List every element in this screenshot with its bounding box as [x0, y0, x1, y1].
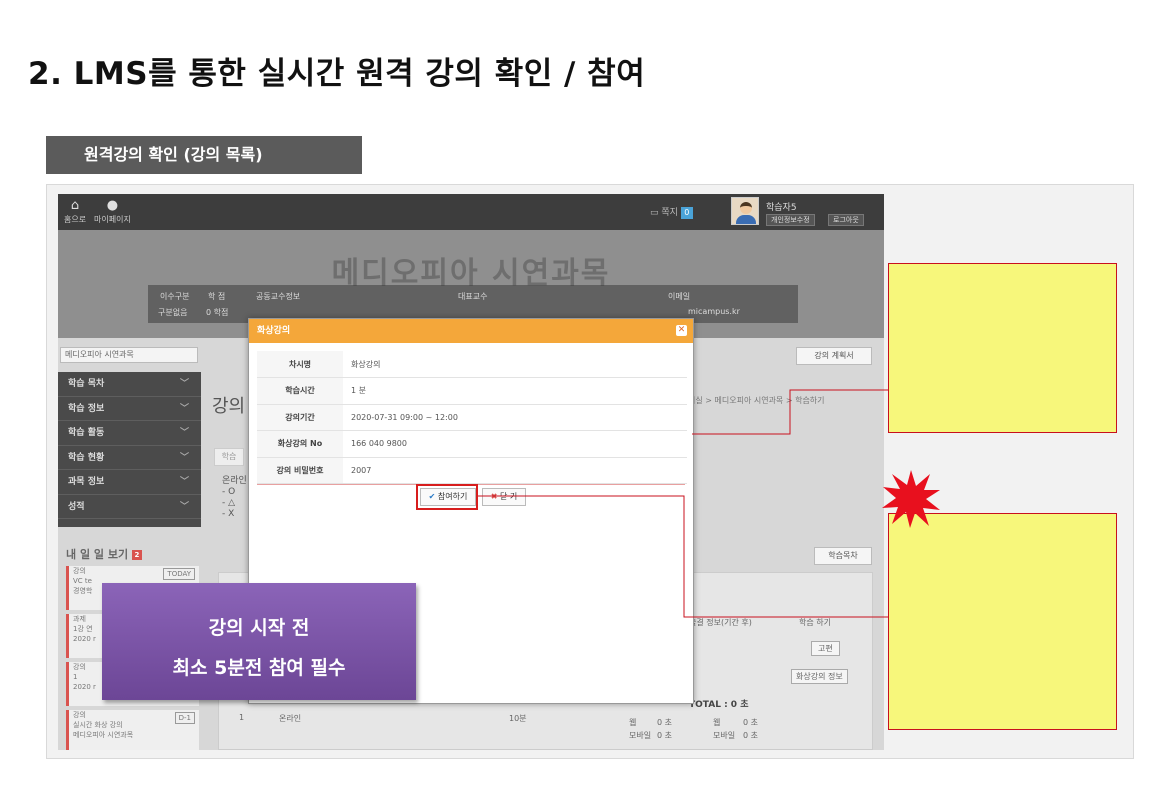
- study-header: 학습 하기: [799, 618, 831, 627]
- total-label: TOTAL : 0 초: [689, 700, 749, 710]
- mypage-button[interactable]: ● 마이페이지: [94, 198, 131, 225]
- callout-line-2: 최소 5분전 참여 필수: [172, 657, 346, 679]
- join-button-highlight: [416, 484, 478, 510]
- mobile-time: 0 초: [657, 731, 672, 740]
- table-row: 차시명 화상강의: [257, 351, 687, 378]
- chevron-down-icon: ﹀: [179, 452, 189, 463]
- chevron-down-icon: ﹀: [179, 428, 189, 438]
- row-number: 1: [239, 713, 245, 722]
- sidebar-item-grades[interactable]: 성적 ﹀: [58, 495, 201, 519]
- callout-box: 강의 시작 전 최소 5분전 참여 필수: [102, 583, 416, 700]
- note-box-bottom: [888, 513, 1117, 730]
- lms-topbar: ⌂ 홈으로 ● 마이페이지 ▭ 쪽지 0 학습자5 개인정보수정 로그아웃: [58, 194, 884, 230]
- web-label: 웹: [629, 718, 637, 727]
- modal-title: 화상강의: [257, 326, 291, 336]
- review-button[interactable]: 고편: [811, 641, 840, 656]
- home-icon: ⌂: [70, 198, 80, 213]
- sidebar: 학습 목차 ﹀ 학습 정보 ﹀ 학습 활동 ﹀ 학습 현황 ﹀ 과목 정보 ﹀ 성적 ﹀: [58, 372, 201, 527]
- starburst-icon: [882, 470, 940, 528]
- sidebar-item-info[interactable]: 학습 정보 ﹀: [58, 397, 201, 421]
- legend: 온라인 - O - △ - X: [222, 476, 247, 519]
- division-header: 이수구분: [160, 292, 190, 301]
- credit-value: 0 학점: [206, 308, 229, 317]
- logout-button[interactable]: 로그아웃: [828, 214, 864, 226]
- chevron-down-icon: ﹀: [179, 403, 189, 414]
- close-icon[interactable]: ✕: [676, 325, 687, 336]
- notice-label: 쪽지: [661, 208, 678, 218]
- user-icon: ●: [106, 198, 119, 213]
- mobile-label-2: 모바일: [713, 731, 736, 740]
- sidebar-item-course-info[interactable]: 과목 정보 ﹀: [58, 470, 201, 495]
- sidebar-item-status[interactable]: 학습 현황 ﹀: [58, 446, 201, 470]
- personal-info-button[interactable]: 개인정보수정: [766, 214, 815, 226]
- row-type: 온라인: [279, 714, 302, 723]
- mobile-label: 모바일: [629, 731, 652, 740]
- web-time: 0 초: [657, 718, 672, 727]
- notice-badge: 0: [680, 206, 693, 219]
- modal-header: 화상강의 ✕: [249, 319, 693, 343]
- note-box-top: [888, 263, 1117, 433]
- email-value: micampus.kr: [688, 307, 740, 316]
- avatar: [731, 197, 759, 225]
- table-row: 강의기간 2020-07-31 09:00 ~ 12:00: [257, 404, 687, 431]
- chevron-down-icon: ﹀: [179, 379, 189, 389]
- sidebar-item-contents[interactable]: 학습 목차 ﹀: [58, 372, 201, 397]
- sidebar-item-activity[interactable]: 학습 활동 ﹀: [58, 421, 201, 446]
- rep-prof-header: 대표교수: [458, 292, 488, 301]
- breadcrumb: 의실 > 메디오피아 시연과목 > 학습하기: [688, 396, 825, 405]
- attendance-header: 출결 정보(기간 후): [689, 618, 752, 627]
- coprof-header: 공동교수정보: [256, 292, 301, 301]
- course-select[interactable]: 메디오피아 시연과목: [60, 347, 198, 363]
- calendar-badge: 2: [131, 550, 142, 560]
- mypage-label: 마이페이지: [94, 215, 131, 224]
- mobile-time-2: 0 초: [743, 731, 758, 740]
- chat-icon: ▭: [650, 208, 659, 218]
- list-item[interactable]: 강의 실시간 화상 강의 메디오피아 시연과목 D-1: [66, 710, 199, 750]
- chevron-down-icon: ﹀: [179, 501, 189, 512]
- notice-button[interactable]: ▭ 쪽지 0: [650, 205, 693, 219]
- slide-title: 2. LMS를 통한 실시간 원격 강의 확인 / 참여: [28, 56, 646, 92]
- division-value: 구분없음: [158, 308, 188, 317]
- table-row: 화상강의 No 166 040 9800: [257, 430, 687, 458]
- contents-list-button[interactable]: 학습목차: [814, 547, 872, 565]
- callout-line-1: 강의 시작 전: [208, 617, 310, 639]
- home-label: 홈으로: [64, 215, 87, 224]
- syllabus-button[interactable]: 강의 계획서: [796, 347, 872, 365]
- table-row: 학습시간 1 분: [257, 377, 687, 405]
- x-icon: ✖: [490, 492, 498, 501]
- today-tag: TODAY: [163, 568, 195, 580]
- live-info-button[interactable]: 화상강의 정보: [791, 669, 848, 684]
- web-time-2: 0 초: [743, 718, 758, 727]
- calendar-title: 내 일 일 보기 2: [66, 546, 142, 562]
- close-button[interactable]: ✖ 닫 기: [482, 488, 526, 506]
- username: 학습자5: [766, 203, 797, 213]
- section-tab: 원격강의 확인 (강의 목록): [46, 136, 362, 174]
- email-header: 이메일: [668, 292, 691, 301]
- credit-header: 학 점: [208, 292, 226, 301]
- web-label-2: 웹: [713, 718, 721, 727]
- row-duration: 10분: [509, 714, 527, 723]
- table-row: 강의 비밀번호 2007: [257, 457, 687, 484]
- dday-tag: D-1: [174, 712, 195, 724]
- lecture-info-table: 차시명 화상강의 학습시간 1 분 강의기간 2020-07-31 09:00 …: [257, 351, 687, 484]
- chevron-down-icon: ﹀: [179, 477, 189, 487]
- content-title: 강의: [212, 396, 246, 417]
- tab-study[interactable]: 학습: [214, 448, 244, 466]
- home-button[interactable]: ⌂ 홈으로: [64, 198, 86, 225]
